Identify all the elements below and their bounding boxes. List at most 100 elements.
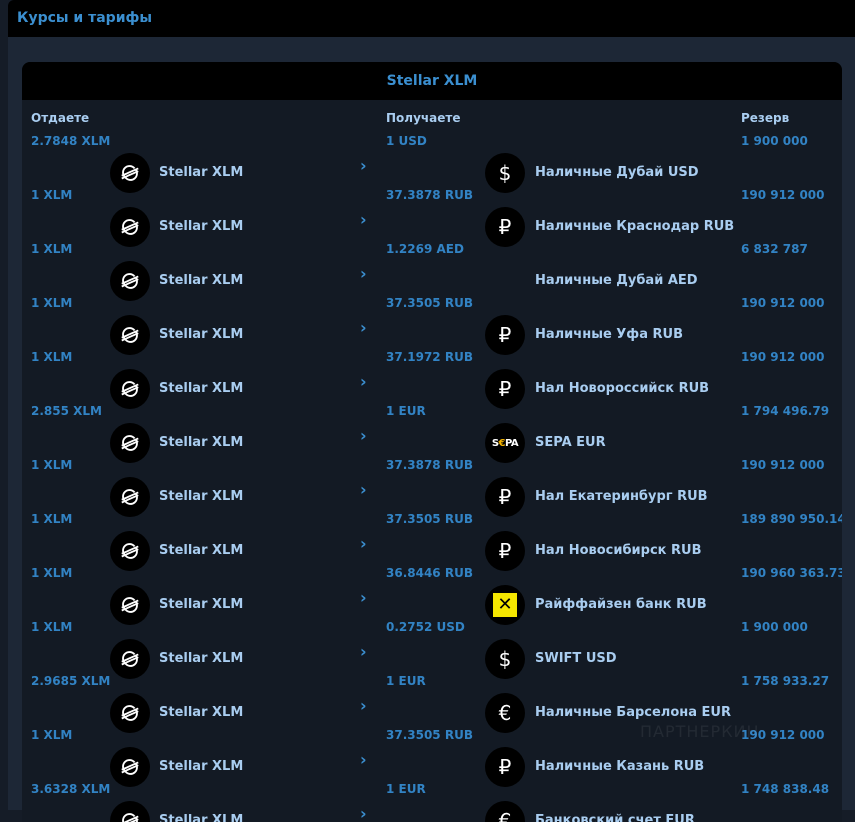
- stellar-icon: [110, 315, 150, 355]
- ruble-icon: ₽: [485, 477, 525, 517]
- ruble-icon: ₽: [485, 369, 525, 409]
- stellar-icon: [110, 153, 150, 193]
- reserve-amount: 190 912 000: [741, 458, 825, 472]
- col-get-header: Получаете: [386, 111, 461, 125]
- to-currency: Нал Новороссийск RUB: [535, 381, 710, 396]
- stellar-icon: [110, 693, 150, 733]
- to-currency: SWIFT USD: [535, 651, 617, 666]
- stellar-icon: [110, 747, 150, 787]
- stellar-icon: [110, 585, 150, 625]
- chevron-right-icon[interactable]: ›: [360, 318, 367, 337]
- get-amount: 37.3505 RUB: [386, 296, 473, 310]
- chevron-right-icon[interactable]: ›: [360, 696, 367, 715]
- reserve-amount: 1 758 933.27: [741, 674, 830, 688]
- to-currency: Нал Новосибирск RUB: [535, 543, 702, 558]
- rate-row[interactable]: 3.6328 XLM Stellar XLM › 1 EUR € Банковс…: [22, 782, 842, 822]
- chevron-right-icon[interactable]: ›: [360, 480, 367, 499]
- to-currency: Райффайзен банк RUB: [535, 597, 707, 612]
- give-amount: 1 XLM: [31, 296, 73, 310]
- get-amount: 37.3505 RUB: [386, 512, 473, 526]
- to-currency: Наличные Барселона EUR: [535, 705, 731, 720]
- euro-icon: €: [485, 801, 525, 822]
- give-amount: 2.855 XLM: [31, 404, 102, 418]
- to-currency: Наличные Краснодар RUB: [535, 219, 735, 234]
- rate-row[interactable]: 2.855 XLM Stellar XLM › 1 EUR S€PA SEPA …: [22, 404, 842, 463]
- get-amount: 37.3505 RUB: [386, 728, 473, 742]
- header-bar: Курсы и тарифы: [8, 0, 855, 37]
- give-amount: 1 XLM: [31, 350, 73, 364]
- from-currency: Stellar XLM: [159, 165, 244, 180]
- rate-row[interactable]: 2.9685 XLM Stellar XLM › 1 EUR € Наличны…: [22, 674, 842, 733]
- from-currency: Stellar XLM: [159, 759, 244, 774]
- reserve-amount: 189 890 950.14: [741, 512, 842, 526]
- chevron-right-icon[interactable]: ›: [360, 804, 367, 822]
- rate-row[interactable]: 1 XLM Stellar XLM › 0.2752 USD $ SWIFT U…: [22, 620, 842, 679]
- give-amount: 3.6328 XLM: [31, 782, 111, 796]
- to-currency: Наличные Дубай USD: [535, 165, 699, 180]
- reserve-amount: 6 832 787: [741, 242, 808, 256]
- chevron-right-icon[interactable]: ›: [360, 750, 367, 769]
- get-amount: 1 EUR: [386, 674, 426, 688]
- chevron-right-icon[interactable]: ›: [360, 642, 367, 661]
- rate-row[interactable]: 1 XLM Stellar XLM › 37.3505 RUB ₽ Нал Но…: [22, 512, 842, 571]
- from-currency: Stellar XLM: [159, 543, 244, 558]
- to-currency: SEPA EUR: [535, 435, 606, 450]
- rate-row[interactable]: 1 XLM Stellar XLM › 37.1972 RUB ₽ Нал Но…: [22, 350, 842, 409]
- from-currency: Stellar XLM: [159, 219, 244, 234]
- stellar-icon: [110, 369, 150, 409]
- rate-row[interactable]: 1 XLM Stellar XLM › 37.3878 RUB ₽ Нал Ек…: [22, 458, 842, 517]
- get-amount: 37.3878 RUB: [386, 458, 473, 472]
- stellar-icon: [110, 477, 150, 517]
- ruble-icon: ₽: [485, 207, 525, 247]
- sepa-icon: S€PA: [485, 423, 525, 463]
- from-currency: Stellar XLM: [159, 597, 244, 612]
- give-amount: 1 XLM: [31, 566, 73, 580]
- chevron-right-icon[interactable]: ›: [360, 372, 367, 391]
- get-amount: 36.8446 RUB: [386, 566, 473, 580]
- col-reserve-header: Резерв: [741, 111, 790, 125]
- to-currency: Нал Екатеринбург RUB: [535, 489, 708, 504]
- chevron-right-icon[interactable]: ›: [360, 156, 367, 175]
- give-amount: 1 XLM: [31, 458, 73, 472]
- reserve-amount: 190 960 363.73: [741, 566, 842, 580]
- dollar-icon: $: [485, 153, 525, 193]
- dollar-icon: $: [485, 639, 525, 679]
- rate-row[interactable]: 1 XLM Stellar XLM › 37.3505 RUB ₽ Наличн…: [22, 296, 842, 355]
- ruble-icon: ₽: [485, 531, 525, 571]
- from-currency: Stellar XLM: [159, 381, 244, 396]
- rate-row[interactable]: 1 XLM Stellar XLM › 1.2269 AED Наличные …: [22, 242, 842, 301]
- give-amount: 1 XLM: [31, 242, 73, 256]
- reserve-amount: 1 900 000: [741, 620, 808, 634]
- ruble-icon: ₽: [485, 747, 525, 787]
- ruble-icon: ₽: [485, 315, 525, 355]
- stellar-icon: [110, 207, 150, 247]
- stellar-icon: [110, 801, 150, 822]
- col-give-header: Отдаете: [31, 111, 90, 125]
- give-amount: 1 XLM: [31, 512, 73, 526]
- card-title: Stellar XLM: [22, 62, 842, 100]
- get-amount: 1 EUR: [386, 404, 426, 418]
- chevron-right-icon[interactable]: ›: [360, 426, 367, 445]
- from-currency: Stellar XLM: [159, 813, 244, 822]
- chevron-right-icon[interactable]: ›: [360, 534, 367, 553]
- rate-row[interactable]: 1 XLM Stellar XLM › 36.8446 RUB ✕ Райффа…: [22, 566, 842, 625]
- from-currency: Stellar XLM: [159, 435, 244, 450]
- get-amount: 1.2269 AED: [386, 242, 464, 256]
- rates-card: Stellar XLM Отдаете Получаете Резерв 2.7…: [22, 62, 842, 822]
- raiffeisen-icon: ✕: [485, 585, 525, 625]
- get-amount: 37.3878 RUB: [386, 188, 473, 202]
- give-amount: 1 XLM: [31, 620, 73, 634]
- from-currency: Stellar XLM: [159, 327, 244, 342]
- chevron-right-icon[interactable]: ›: [360, 210, 367, 229]
- to-currency: Наличные Дубай AED: [535, 273, 698, 288]
- to-currency: Наличные Казань RUB: [535, 759, 705, 774]
- give-amount: 2.7848 XLM: [31, 134, 111, 148]
- from-currency: Stellar XLM: [159, 705, 244, 720]
- watermark: ПАРТНЕРКИН: [640, 722, 760, 741]
- rate-row[interactable]: 2.7848 XLM Stellar XLM › 1 USD $ Наличны…: [22, 134, 842, 193]
- chevron-right-icon[interactable]: ›: [360, 264, 367, 283]
- from-currency: Stellar XLM: [159, 651, 244, 666]
- rate-row[interactable]: 1 XLM Stellar XLM › 37.3878 RUB ₽ Наличн…: [22, 188, 842, 247]
- chevron-right-icon[interactable]: ›: [360, 588, 367, 607]
- stellar-icon: [110, 423, 150, 463]
